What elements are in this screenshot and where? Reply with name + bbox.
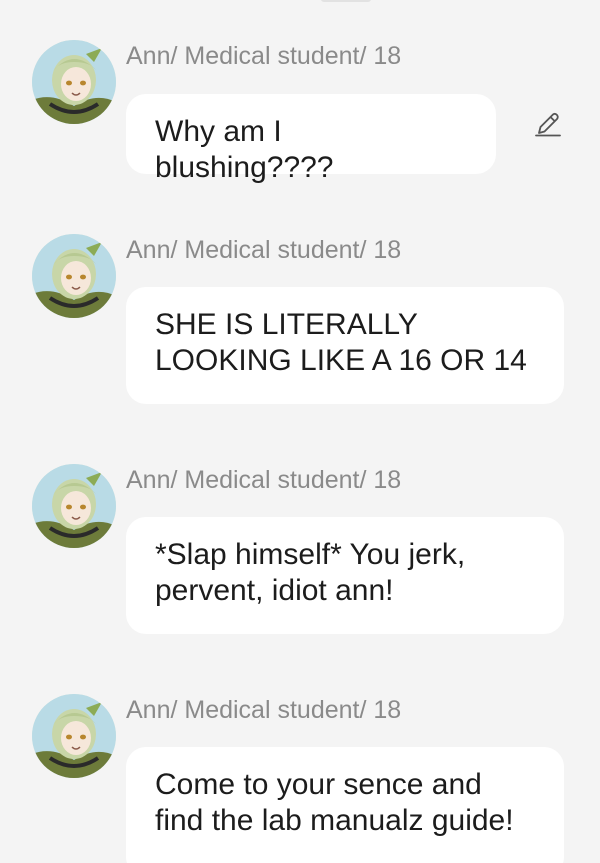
- message-bubble[interactable]: Why am I blushing????: [126, 94, 496, 184]
- avatar-image: [32, 234, 116, 318]
- avatar-image: [32, 464, 116, 548]
- chat-screen: Ann/ Medical student/ 18 Why am I blushi…: [0, 0, 600, 863]
- avatar[interactable]: [32, 234, 116, 318]
- avatar[interactable]: [32, 464, 116, 548]
- message-text: Why am I blushing????: [155, 115, 334, 184]
- message-text: *Slap himself* You jerk, pervent, idiot …: [155, 538, 466, 607]
- sender-name: Ann/ Medical student/ 18: [126, 236, 402, 264]
- message-bubble[interactable]: SHE IS LITERALLY LOOKING LIKE A 16 OR 14: [126, 287, 564, 404]
- avatar-image: [32, 40, 116, 124]
- avatar-image: [32, 694, 116, 778]
- message-bubble[interactable]: *Slap himself* You jerk, pervent, idiot …: [126, 517, 564, 634]
- sender-name: Ann/ Medical student/ 18: [126, 466, 402, 494]
- sender-name: Ann/ Medical student/ 18: [126, 696, 402, 724]
- pencil-icon: [535, 112, 561, 137]
- message-text: SHE IS LITERALLY LOOKING LIKE A 16 OR 14: [155, 308, 527, 377]
- avatar[interactable]: [32, 694, 116, 778]
- message-text: Come to your sence and find the lab manu…: [155, 768, 514, 837]
- avatar[interactable]: [32, 40, 116, 124]
- drag-handle[interactable]: [321, 0, 371, 2]
- sender-name: Ann/ Medical student/ 18: [126, 42, 402, 70]
- message-bubble[interactable]: Come to your sence and find the lab manu…: [126, 747, 564, 863]
- edit-button[interactable]: [530, 106, 566, 142]
